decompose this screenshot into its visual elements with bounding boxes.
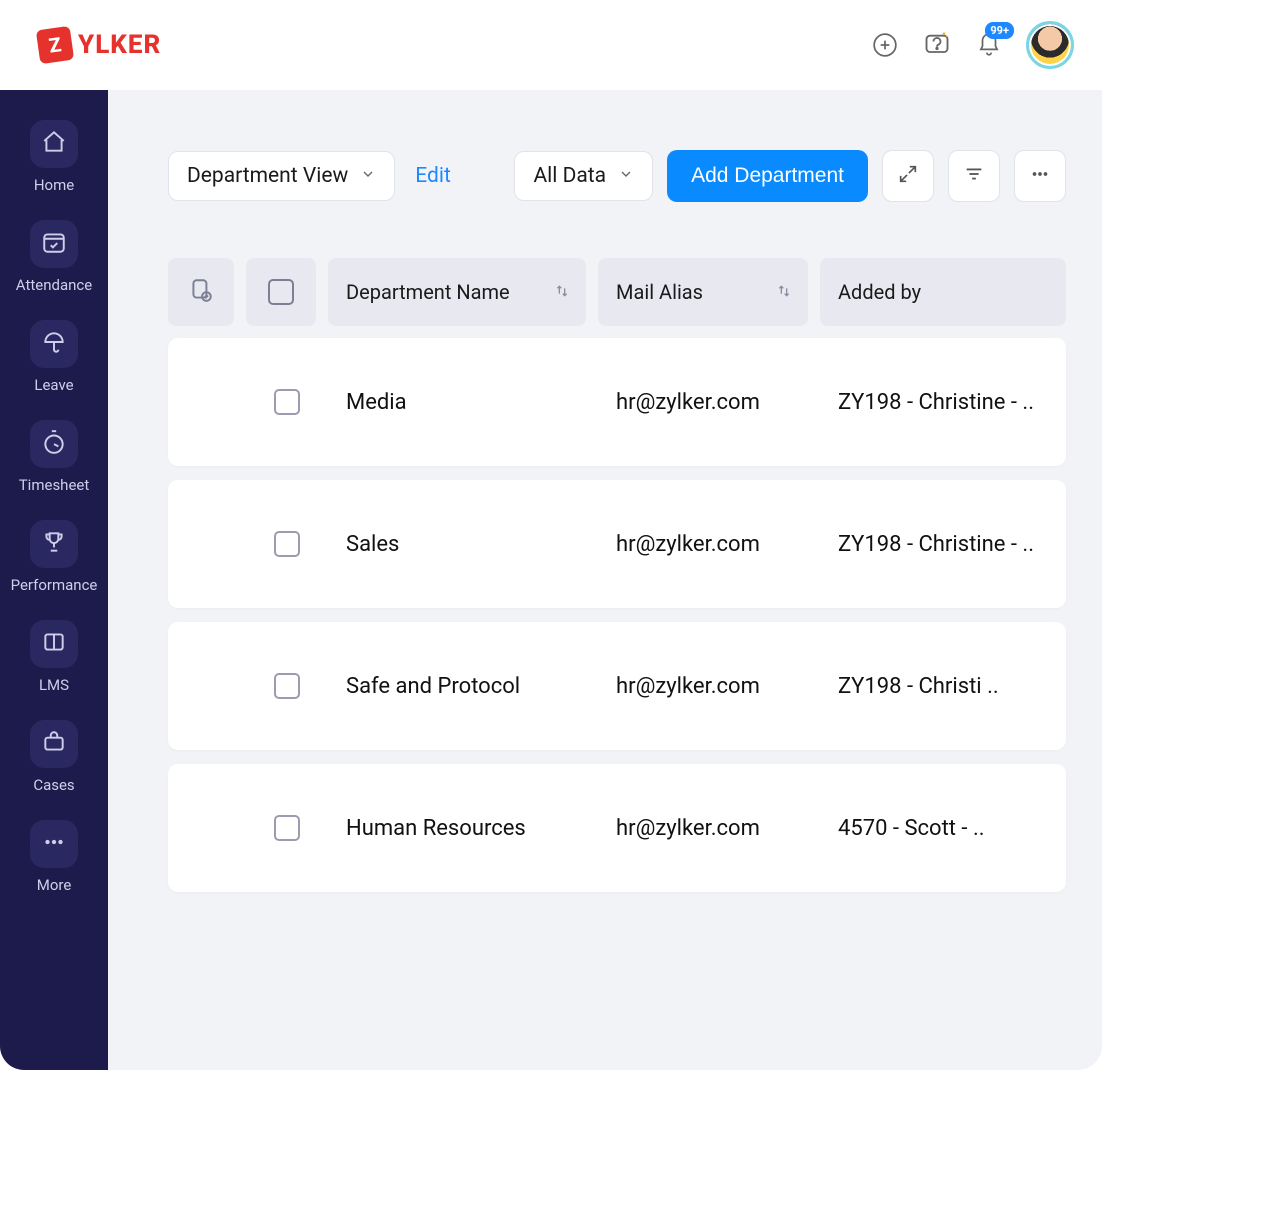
app-frame: Z YLKER 99+ Home (0, 0, 1102, 1070)
cell-added-by: 4570 - Scott - .. (820, 816, 1066, 841)
column-header-department-name[interactable]: Department Name (328, 258, 586, 326)
cell-department-name: Media (328, 390, 598, 415)
expand-button[interactable] (882, 150, 934, 202)
row-checkbox[interactable] (274, 389, 300, 415)
sidebar-item-more[interactable]: More (6, 818, 102, 906)
cell-department-name: Safe and Protocol (328, 674, 598, 699)
content: Department View Edit All Data Add Depart… (108, 90, 1102, 1070)
row-checkbox[interactable] (274, 531, 300, 557)
header-actions: 99+ (870, 21, 1074, 69)
book-icon (41, 629, 67, 659)
sidebar-item-label: Performance (11, 576, 98, 594)
filter-button[interactable] (948, 150, 1000, 202)
sidebar-item-label: Leave (34, 376, 73, 394)
status-column-icon (188, 277, 214, 308)
more-actions-button[interactable] (1014, 150, 1066, 202)
briefcase-icon (41, 729, 67, 759)
sidebar-item-lms[interactable]: LMS (6, 618, 102, 706)
cell-mail-alias: hr@zylker.com (598, 390, 820, 415)
table-row[interactable]: Media hr@zylker.com ZY198 - Christine - … (168, 338, 1066, 466)
add-department-button[interactable]: Add Department (667, 150, 868, 202)
column-header-select[interactable] (246, 258, 316, 326)
cell-added-by: ZY198 - Christi .. (820, 674, 1066, 699)
notifications-icon[interactable]: 99+ (974, 30, 1004, 60)
calendar-check-icon (41, 229, 67, 259)
cell-mail-alias: hr@zylker.com (598, 674, 820, 699)
table-row[interactable]: Sales hr@zylker.com ZY198 - Christine - … (168, 480, 1066, 608)
cell-added-by: ZY198 - Christine - .. (820, 532, 1066, 557)
filter-icon (963, 163, 985, 189)
sidebar-item-performance[interactable]: Performance (6, 518, 102, 606)
sidebar-item-timesheet[interactable]: Timesheet (6, 418, 102, 506)
help-icon[interactable] (922, 30, 952, 60)
column-header-status[interactable] (168, 258, 234, 326)
cell-department-name: Human Resources (328, 816, 598, 841)
table-header: Department Name Mail Alias Added by (168, 258, 1066, 326)
chevron-down-icon (618, 164, 634, 188)
sidebar-item-home[interactable]: Home (6, 118, 102, 206)
column-label: Mail Alias (616, 280, 703, 304)
view-selector[interactable]: Department View (168, 151, 395, 201)
column-header-mail-alias[interactable]: Mail Alias (598, 258, 808, 326)
row-checkbox[interactable] (274, 815, 300, 841)
sort-icon (554, 280, 570, 304)
trophy-icon (41, 529, 67, 559)
sidebar-item-label: Home (34, 176, 74, 194)
sort-icon (776, 280, 792, 304)
cell-mail-alias: hr@zylker.com (598, 532, 820, 557)
more-icon (41, 829, 67, 859)
umbrella-icon (41, 329, 67, 359)
sidebar-item-label: Cases (33, 776, 74, 794)
column-header-added-by[interactable]: Added by (820, 258, 1066, 326)
row-checkbox[interactable] (274, 673, 300, 699)
data-filter-selector[interactable]: All Data (514, 151, 653, 201)
stopwatch-icon (41, 429, 67, 459)
sidebar-item-cases[interactable]: Cases (6, 718, 102, 806)
sidebar-item-label: LMS (39, 676, 69, 694)
more-horizontal-icon (1029, 163, 1051, 189)
cell-added-by: ZY198 - Christine - .. (820, 390, 1066, 415)
brand-logo[interactable]: Z YLKER (38, 28, 161, 62)
cell-mail-alias: hr@zylker.com (598, 816, 820, 841)
add-icon[interactable] (870, 30, 900, 60)
select-all-checkbox[interactable] (268, 279, 294, 305)
toolbar: Department View Edit All Data Add Depart… (168, 150, 1066, 202)
notification-badge: 99+ (985, 22, 1014, 39)
app-header: Z YLKER 99+ (0, 0, 1102, 90)
sidebar-item-attendance[interactable]: Attendance (6, 218, 102, 306)
column-label: Added by (838, 280, 921, 304)
edit-link[interactable]: Edit (415, 164, 451, 188)
sidebar-item-leave[interactable]: Leave (6, 318, 102, 406)
brand-name: YLKER (78, 30, 161, 60)
sidebar: Home Attendance Leave Timesheet (0, 90, 108, 1070)
table-row[interactable]: Safe and Protocol hr@zylker.com ZY198 - … (168, 622, 1066, 750)
expand-icon (897, 163, 919, 189)
sidebar-item-label: More (37, 876, 72, 894)
view-selector-label: Department View (187, 164, 348, 188)
main: Home Attendance Leave Timesheet (0, 90, 1102, 1070)
table-row[interactable]: Human Resources hr@zylker.com 4570 - Sco… (168, 764, 1066, 892)
chevron-down-icon (360, 164, 376, 188)
data-filter-label: All Data (533, 164, 606, 188)
sidebar-item-label: Attendance (16, 276, 92, 294)
brand-badge-icon: Z (36, 26, 74, 64)
sidebar-item-label: Timesheet (19, 476, 90, 494)
cell-department-name: Sales (328, 532, 598, 557)
avatar[interactable] (1026, 21, 1074, 69)
home-icon (41, 129, 67, 159)
column-label: Department Name (346, 280, 510, 304)
